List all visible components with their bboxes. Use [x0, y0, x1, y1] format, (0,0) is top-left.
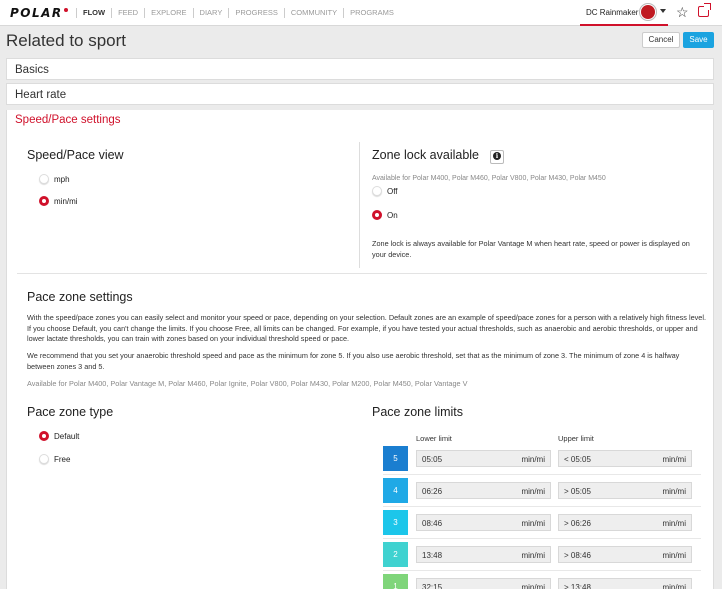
- lower-limit-input-value: 32:15: [422, 583, 443, 589]
- heart-rate-section[interactable]: Heart rate: [6, 83, 714, 105]
- lower-limit-input-value: 13:48: [422, 551, 443, 560]
- radio-circle: [39, 174, 49, 184]
- lower-limit-input[interactable]: 13:48 min/mi: [416, 546, 551, 563]
- radio-default[interactable]: Default: [39, 431, 79, 441]
- radio-mph[interactable]: mph: [39, 174, 70, 184]
- upper-limit-input-unit: min/mi: [662, 551, 686, 560]
- upper-limit-input-value: > 06:26: [564, 519, 591, 528]
- radio-default-label: Default: [54, 431, 80, 441]
- column-divider: [359, 142, 360, 268]
- basics-section[interactable]: Basics: [6, 58, 714, 80]
- nav-diary[interactable]: DIARY: [192, 8, 229, 18]
- nav-flow[interactable]: FLOW: [76, 8, 111, 18]
- upper-limit-input[interactable]: < 05:05 min/mi: [558, 450, 692, 467]
- zone-lock-note: Zone lock is always available for Polar …: [372, 239, 690, 259]
- radio-min-mi-label: min/mi: [54, 196, 78, 206]
- lower-limit-input[interactable]: 08:46 min/mi: [416, 514, 551, 531]
- zone-badge: 5: [383, 446, 408, 471]
- top-nav: POLAR FLOW FEED EXPLORE DIARY PROGRESS C…: [0, 0, 722, 26]
- cancel-button[interactable]: Cancel: [642, 32, 680, 48]
- radio-free-label: Free: [54, 454, 71, 464]
- logo-dot-icon: [63, 8, 68, 12]
- page-title: Related to sport: [6, 31, 127, 50]
- lower-limit-input-unit: min/mi: [521, 487, 545, 496]
- nav-community[interactable]: COMMUNITY: [283, 8, 343, 18]
- upper-limit-input[interactable]: > 06:26 min/mi: [558, 514, 692, 531]
- lower-limit-input-value: 06:26: [422, 487, 443, 496]
- lower-limit-input[interactable]: 05:05 min/mi: [416, 450, 551, 467]
- info-icon[interactable]: [490, 150, 504, 164]
- row-divider: [383, 506, 701, 507]
- upper-limit-input-value: < 05:05: [564, 455, 591, 464]
- nav-links: FLOW FEED EXPLORE DIARY PROGRESS COMMUNI…: [76, 8, 400, 18]
- upper-limit-input-value: > 05:05: [564, 487, 591, 496]
- lower-limit-input[interactable]: 06:26 min/mi: [416, 482, 551, 499]
- radio-circle-selected: [372, 210, 382, 220]
- upper-limit-input-unit: min/mi: [662, 519, 686, 528]
- star-icon[interactable]: ☆: [676, 4, 689, 20]
- upper-limit-input-unit: min/mi: [662, 487, 686, 496]
- pace-zone-description: With the speed/pace zones you can easily…: [27, 313, 707, 343]
- row-divider: [383, 570, 701, 571]
- upper-limit-input-unit: min/mi: [662, 583, 686, 589]
- lower-limit-header: Lower limit: [416, 434, 452, 443]
- nav-programs[interactable]: PROGRAMS: [343, 8, 400, 18]
- speed-pace-panel: Speed/Pace settings Speed/Pace view mph …: [6, 110, 714, 589]
- upper-limit-input[interactable]: > 08:46 min/mi: [558, 546, 692, 563]
- lower-limit-input-unit: min/mi: [521, 583, 545, 589]
- upper-limit-input-value: > 08:46: [564, 551, 591, 560]
- basics-label: Basics: [15, 64, 49, 76]
- pace-zone-settings-title: Pace zone settings: [27, 290, 133, 304]
- section-divider: [17, 273, 707, 274]
- lower-limit-input-unit: min/mi: [521, 551, 545, 560]
- radio-min-mi[interactable]: min/mi: [39, 196, 78, 206]
- polar-logo[interactable]: POLAR: [10, 6, 68, 20]
- radio-zone-lock-off[interactable]: Off: [372, 186, 398, 196]
- nav-explore[interactable]: EXPLORE: [144, 8, 192, 18]
- lower-limit-input[interactable]: 32:15 min/mi: [416, 578, 551, 589]
- radio-mph-label: mph: [54, 174, 70, 184]
- row-divider: [383, 474, 701, 475]
- chevron-down-icon: [660, 9, 666, 13]
- radio-circle-selected: [39, 431, 49, 441]
- speed-pace-view-title: Speed/Pace view: [27, 148, 124, 162]
- lower-limit-input-value: 05:05: [422, 455, 443, 464]
- radio-circle-selected: [39, 196, 49, 206]
- lower-limit-input-unit: min/mi: [521, 455, 545, 464]
- user-menu[interactable]: DC Rainmaker: [580, 0, 668, 26]
- lower-limit-input-unit: min/mi: [521, 519, 545, 528]
- radio-off-label: Off: [387, 186, 398, 196]
- pace-zone-limits-title: Pace zone limits: [372, 405, 464, 419]
- zone-badge: 4: [383, 478, 408, 503]
- save-button[interactable]: Save: [683, 32, 714, 48]
- share-icon[interactable]: [698, 3, 711, 17]
- lower-limit-input-value: 08:46: [422, 519, 443, 528]
- avatar: [640, 4, 656, 20]
- upper-limit-input[interactable]: > 13:48 min/mi: [558, 578, 692, 589]
- user-name: DC Rainmaker: [586, 8, 639, 17]
- pace-zone-type-title: Pace zone type: [27, 405, 114, 419]
- upper-limit-header: Upper limit: [558, 434, 594, 443]
- pace-zone-availability: Available for Polar M400, Polar Vantage …: [27, 379, 468, 388]
- upper-limit-input-value: > 13:48: [564, 583, 591, 589]
- radio-on-label: On: [387, 210, 398, 220]
- radio-free[interactable]: Free: [39, 454, 70, 464]
- radio-circle: [39, 454, 49, 464]
- upper-limit-input[interactable]: > 05:05 min/mi: [558, 482, 692, 499]
- radio-zone-lock-on[interactable]: On: [372, 210, 398, 220]
- zone-lock-availability: Available for Polar M400, Polar M460, Po…: [372, 175, 606, 182]
- radio-circle: [372, 186, 382, 196]
- heart-rate-label: Heart rate: [15, 89, 67, 101]
- zone-lock-title: Zone lock available: [372, 148, 480, 162]
- pace-zone-recommendation: We recommend that you set your anaerobic…: [27, 351, 680, 371]
- upper-limit-input-unit: min/mi: [662, 455, 686, 464]
- speed-pace-section-title[interactable]: Speed/Pace settings: [15, 114, 121, 126]
- nav-feed[interactable]: FEED: [111, 8, 144, 18]
- nav-progress[interactable]: PROGRESS: [228, 8, 284, 18]
- zone-badge: 2: [383, 542, 408, 567]
- row-divider: [383, 538, 701, 539]
- zone-badge: 1: [383, 574, 408, 589]
- zone-badge: 3: [383, 510, 408, 535]
